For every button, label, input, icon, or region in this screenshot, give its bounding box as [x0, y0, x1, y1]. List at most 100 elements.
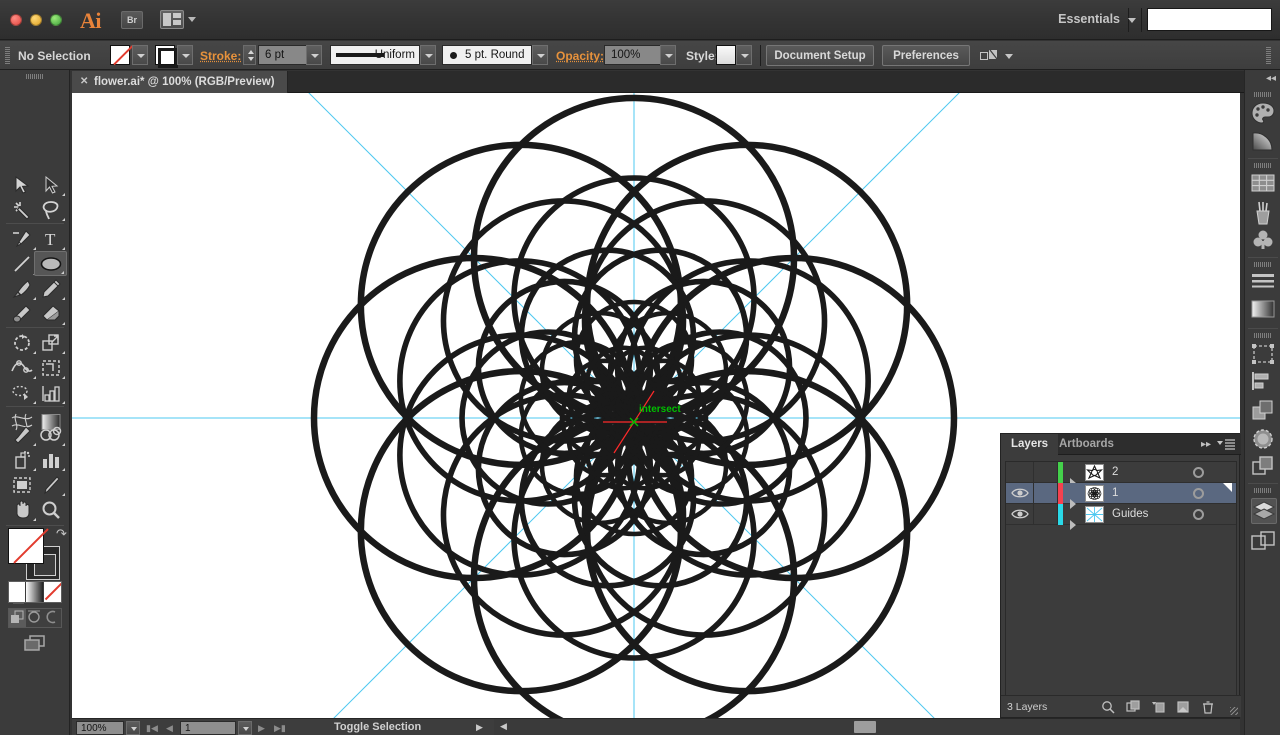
create-new-layer-icon[interactable]	[1176, 700, 1190, 714]
tools-panel-grip[interactable]	[26, 74, 44, 79]
screen-mode-button[interactable]	[22, 634, 48, 652]
type-tool[interactable]: T	[34, 226, 67, 251]
previous-artboard-button[interactable]: ◀	[166, 723, 173, 734]
color-panel-icon[interactable]	[1251, 102, 1277, 128]
dock-group-grip[interactable]	[1254, 262, 1272, 267]
layer-name-label[interactable]: Guides	[1112, 508, 1148, 520]
graph-tool[interactable]	[34, 447, 67, 472]
document-tab[interactable]: ✕ flower.ai* @ 100% (RGB/Preview)	[72, 71, 288, 93]
align-to-icon[interactable]	[980, 49, 1000, 63]
draw-behind-button[interactable]	[26, 609, 43, 627]
layer-lock-toggle[interactable]	[1034, 503, 1058, 525]
layer-name-label[interactable]: 2	[1112, 466, 1118, 478]
status-text[interactable]: Toggle Selection	[334, 721, 421, 733]
layer-lock-toggle[interactable]	[1034, 461, 1058, 483]
status-menu-arrow-icon[interactable]: ▶	[476, 722, 483, 733]
swatches-panel-icon[interactable]	[1251, 173, 1277, 199]
stroke-color-swatch[interactable]	[155, 45, 178, 68]
last-artboard-button[interactable]: ▶▮	[274, 723, 286, 734]
zoom-level-field[interactable]: 100%	[76, 721, 124, 735]
artboard-number-dropdown[interactable]	[238, 721, 252, 735]
preferences-button[interactable]: Preferences	[882, 45, 970, 66]
fill-swatch-large[interactable]	[8, 528, 44, 564]
shape-builder-tool[interactable]	[34, 355, 67, 380]
artboards-panel-icon[interactable]	[1251, 530, 1277, 556]
fill-dropdown-button[interactable]	[132, 45, 148, 65]
dock-group-grip[interactable]	[1254, 163, 1272, 168]
expand-panel-icon[interactable]: ▸▸	[1201, 439, 1211, 450]
gradient-panel-icon[interactable]	[1251, 300, 1277, 326]
brush-definition-dropdown[interactable]	[532, 45, 548, 65]
color-guide-panel-icon[interactable]	[1251, 130, 1277, 156]
dock-group-grip[interactable]	[1254, 92, 1272, 97]
opacity-dropdown[interactable]	[660, 45, 676, 65]
draw-inside-button[interactable]	[44, 609, 61, 627]
dock-group-grip[interactable]	[1254, 333, 1272, 338]
make-clipping-mask-icon[interactable]	[1126, 700, 1140, 714]
opacity-field[interactable]: 100%	[604, 45, 662, 65]
scroll-left-arrow-icon[interactable]: ◀	[500, 721, 507, 732]
stroke-panel-icon[interactable]	[1251, 272, 1277, 298]
layer-row[interactable]: 2	[1006, 461, 1236, 488]
stroke-weight-field[interactable]: 6 pt	[258, 45, 312, 65]
maximize-window-button[interactable]	[50, 14, 62, 26]
panel-menu-icon[interactable]	[1217, 439, 1235, 450]
eraser-tool[interactable]	[34, 301, 67, 326]
layers-panel-icon[interactable]	[1251, 498, 1277, 524]
first-artboard-button[interactable]: ▮◀	[146, 723, 158, 734]
layer-name-label[interactable]: 1	[1112, 487, 1118, 499]
stroke-weight-dropdown[interactable]	[306, 45, 322, 65]
workspace-switcher[interactable]: Essentials	[1058, 12, 1120, 26]
swap-fill-stroke-icon[interactable]: ↷	[56, 526, 67, 542]
horizontal-scroll-thumb[interactable]	[854, 721, 876, 733]
column-graph-tool[interactable]	[34, 380, 67, 405]
layer-lock-toggle[interactable]	[1034, 482, 1058, 504]
horizontal-scrollbar[interactable]	[494, 718, 1240, 735]
opacity-label[interactable]: Opacity:	[556, 49, 604, 63]
direct-selection-tool[interactable]	[34, 172, 67, 197]
gradient-button[interactable]	[26, 582, 44, 602]
layer-visibility-toggle[interactable]	[1006, 482, 1034, 504]
control-bar-right-grip[interactable]	[1266, 47, 1271, 64]
create-new-sublayer-icon[interactable]	[1151, 700, 1165, 714]
stroke-label[interactable]: Stroke:	[200, 49, 241, 63]
chevron-down-icon[interactable]	[1128, 18, 1136, 23]
delete-selection-icon[interactable]	[1201, 700, 1215, 714]
slice-tool[interactable]	[34, 472, 67, 497]
graphic-style-swatch[interactable]	[716, 45, 736, 65]
bridge-button[interactable]: Br	[121, 11, 143, 29]
appearance-panel-icon[interactable]	[1251, 455, 1277, 481]
layer-target-indicator[interactable]	[1193, 467, 1204, 478]
layer-row[interactable]: 1	[1006, 482, 1236, 509]
draw-normal-button[interactable]	[9, 609, 27, 627]
blend-tool[interactable]	[34, 422, 67, 447]
close-window-button[interactable]	[10, 14, 22, 26]
chevron-down-icon[interactable]	[1005, 54, 1013, 59]
lasso-tool[interactable]	[34, 197, 67, 222]
layer-target-indicator[interactable]	[1193, 488, 1204, 499]
artboard-number-field[interactable]: 1	[180, 721, 236, 735]
zoom-tool[interactable]	[34, 497, 67, 522]
symbols-panel-icon[interactable]	[1251, 229, 1277, 255]
next-artboard-button[interactable]: ▶	[258, 723, 265, 734]
none-button[interactable]	[43, 582, 61, 602]
arrange-documents-button[interactable]	[160, 10, 184, 29]
minimize-window-button[interactable]	[30, 14, 42, 26]
dock-group-grip[interactable]	[1254, 488, 1272, 493]
brushes-panel-icon[interactable]	[1251, 201, 1277, 227]
align-panel-icon[interactable]	[1251, 371, 1277, 397]
layer-visibility-toggle[interactable]	[1006, 503, 1034, 525]
layer-visibility-toggle[interactable]	[1006, 461, 1034, 483]
close-icon[interactable]: ✕	[80, 76, 88, 87]
zoom-level-dropdown[interactable]	[126, 721, 140, 735]
color-button[interactable]	[9, 582, 27, 602]
stroke-weight-stepper[interactable]	[243, 45, 256, 65]
stroke-profile-dropdown[interactable]	[420, 45, 436, 65]
fill-color-swatch[interactable]	[110, 45, 130, 65]
pathfinder-panel-icon[interactable]	[1251, 399, 1277, 425]
control-bar-grip[interactable]	[5, 47, 10, 64]
locate-object-icon[interactable]	[1101, 700, 1115, 714]
chevron-down-icon[interactable]	[188, 17, 196, 22]
transparency-panel-icon[interactable]	[1251, 427, 1277, 453]
tab-artboards[interactable]: Artboards	[1049, 434, 1124, 455]
